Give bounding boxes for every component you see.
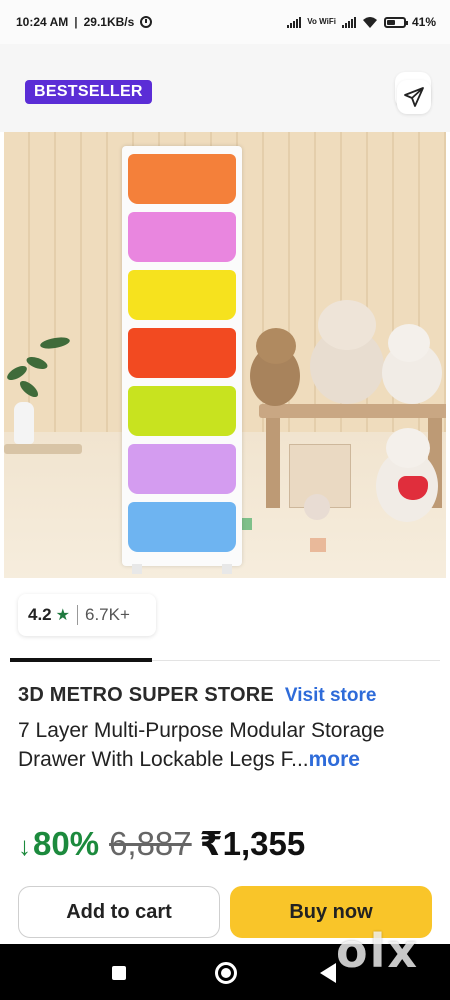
selling-price: ₹1,355 <box>199 825 306 862</box>
bestseller-badge: BESTSELLER <box>25 80 152 104</box>
drawer-unit <box>122 146 242 574</box>
discount: ↓ 80% <box>18 825 99 863</box>
drawer-6 <box>128 444 236 494</box>
white-teddy-head <box>388 324 430 362</box>
recents-button[interactable] <box>112 966 126 980</box>
status-bar: 10:24 AM | 29.1KB/s Vo WiFi 41% <box>0 0 450 44</box>
status-right: Vo WiFi 41% <box>287 15 436 29</box>
battery-percent: 41% <box>411 15 436 29</box>
small-teddy-head <box>386 428 430 468</box>
status-separator: | <box>74 15 78 29</box>
rating-summary[interactable]: 4.2 ★ 6.7K+ <box>18 594 156 636</box>
bench-leg <box>266 418 280 508</box>
plant-leaf <box>39 335 71 351</box>
product-title: 7 Layer Multi-Purpose Modular Storage Dr… <box>18 716 428 774</box>
vase <box>14 402 34 444</box>
signal-icon <box>287 16 302 28</box>
drawer-leg <box>222 564 232 574</box>
brown-teddy-head <box>256 328 296 364</box>
product-header: BESTSELLER <box>0 44 450 132</box>
arrow-down-icon: ↓ <box>18 831 31 861</box>
vowifi-label: Vo WiFi <box>307 17 336 26</box>
rating-divider <box>76 605 78 625</box>
home-button[interactable] <box>215 962 237 984</box>
drawer-5 <box>128 386 236 436</box>
drawer-3 <box>128 270 236 320</box>
price-row: ↓ 80% 6,887 ₹1,355 <box>18 824 305 863</box>
back-button[interactable] <box>320 963 336 983</box>
star-icon: ★ <box>55 607 70 624</box>
share-arrow-icon <box>404 87 424 107</box>
product-image[interactable] <box>4 132 446 578</box>
plant-leaf <box>17 378 41 400</box>
wifi-icon <box>362 16 377 28</box>
status-time: 10:24 AM <box>16 15 69 29</box>
store-row: 3D METRO SUPER STORE Visit store <box>18 684 376 707</box>
side-table <box>4 444 82 454</box>
battery-icon <box>383 16 408 28</box>
drawer-leg <box>132 564 142 574</box>
toy-ring <box>304 494 330 520</box>
store-name: 3D METRO SUPER STORE <box>18 684 274 706</box>
cream-teddy-head <box>318 300 376 350</box>
alarm-icon <box>140 16 153 28</box>
original-price: 6,887 <box>109 825 192 862</box>
add-to-cart-button[interactable]: Add to cart <box>18 886 220 938</box>
bench <box>259 404 446 418</box>
visit-store-link[interactable]: Visit store <box>285 685 377 707</box>
rating-value: 4.2 <box>28 605 52 624</box>
plant-leaf <box>24 354 50 372</box>
signal-icon-2 <box>341 16 356 28</box>
network-speed: 29.1KB/s <box>83 15 135 29</box>
gallery-indicator <box>10 658 152 662</box>
discount-percent: 80% <box>33 825 100 862</box>
more-link[interactable]: more <box>309 748 360 771</box>
rating-count: 6.7K+ <box>84 605 130 624</box>
toy-block <box>310 538 326 552</box>
plant-leaf <box>4 363 30 383</box>
drawer-1 <box>128 154 236 204</box>
olx-watermark: olx <box>336 924 420 978</box>
drawer-4 <box>128 328 236 378</box>
drawer-7 <box>128 502 236 552</box>
share-button[interactable] <box>397 80 431 114</box>
drawer-2 <box>128 212 236 262</box>
status-left: 10:24 AM | 29.1KB/s <box>16 15 153 29</box>
